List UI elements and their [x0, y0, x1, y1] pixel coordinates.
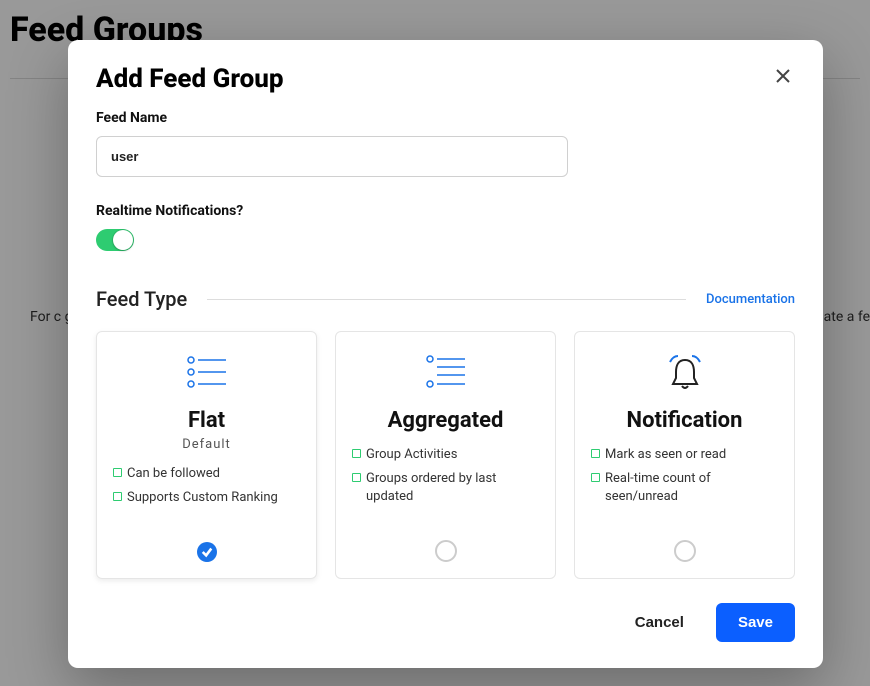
selected-check-icon [197, 542, 217, 562]
realtime-toggle[interactable] [96, 229, 134, 251]
radio-unselected[interactable] [435, 540, 457, 562]
feature-item: Group Activities [352, 443, 539, 467]
feature-item: Groups ordered by last updated [352, 467, 539, 509]
divider [207, 299, 686, 300]
save-button[interactable]: Save [716, 603, 795, 642]
feed-name-input[interactable] [96, 136, 568, 177]
close-button[interactable] [771, 64, 795, 91]
radio-unselected[interactable] [674, 540, 696, 562]
flat-icon [186, 352, 228, 392]
card-title: Notification [627, 408, 743, 433]
aggregated-icon [425, 352, 467, 392]
feature-item: Supports Custom Ranking [113, 486, 300, 510]
documentation-link[interactable]: Documentation [706, 292, 795, 307]
feed-name-label: Feed Name [96, 110, 795, 126]
cancel-button[interactable]: Cancel [613, 603, 706, 642]
feed-type-card-flat[interactable]: Flat Default Can be followed Supports Cu… [96, 331, 317, 579]
card-title: Flat [188, 408, 225, 433]
toggle-knob [113, 230, 133, 250]
feed-type-card-notification[interactable]: Notification Mark as seen or read Real-t… [574, 331, 795, 579]
notification-icon [664, 352, 706, 392]
add-feed-group-modal: Add Feed Group Feed Name Realtime Notifi… [68, 40, 823, 668]
feature-item: Can be followed [113, 462, 300, 486]
card-subtitle: Default [182, 437, 231, 452]
feature-item: Mark as seen or read [591, 443, 778, 467]
realtime-label: Realtime Notifications? [96, 203, 795, 219]
feature-item: Real-time count of seen/unread [591, 467, 778, 509]
feed-type-heading: Feed Type [96, 287, 187, 311]
modal-title: Add Feed Group [96, 64, 284, 94]
card-title: Aggregated [388, 408, 504, 433]
close-icon [775, 72, 791, 87]
feed-type-card-aggregated[interactable]: Aggregated Group Activities Groups order… [335, 331, 556, 579]
